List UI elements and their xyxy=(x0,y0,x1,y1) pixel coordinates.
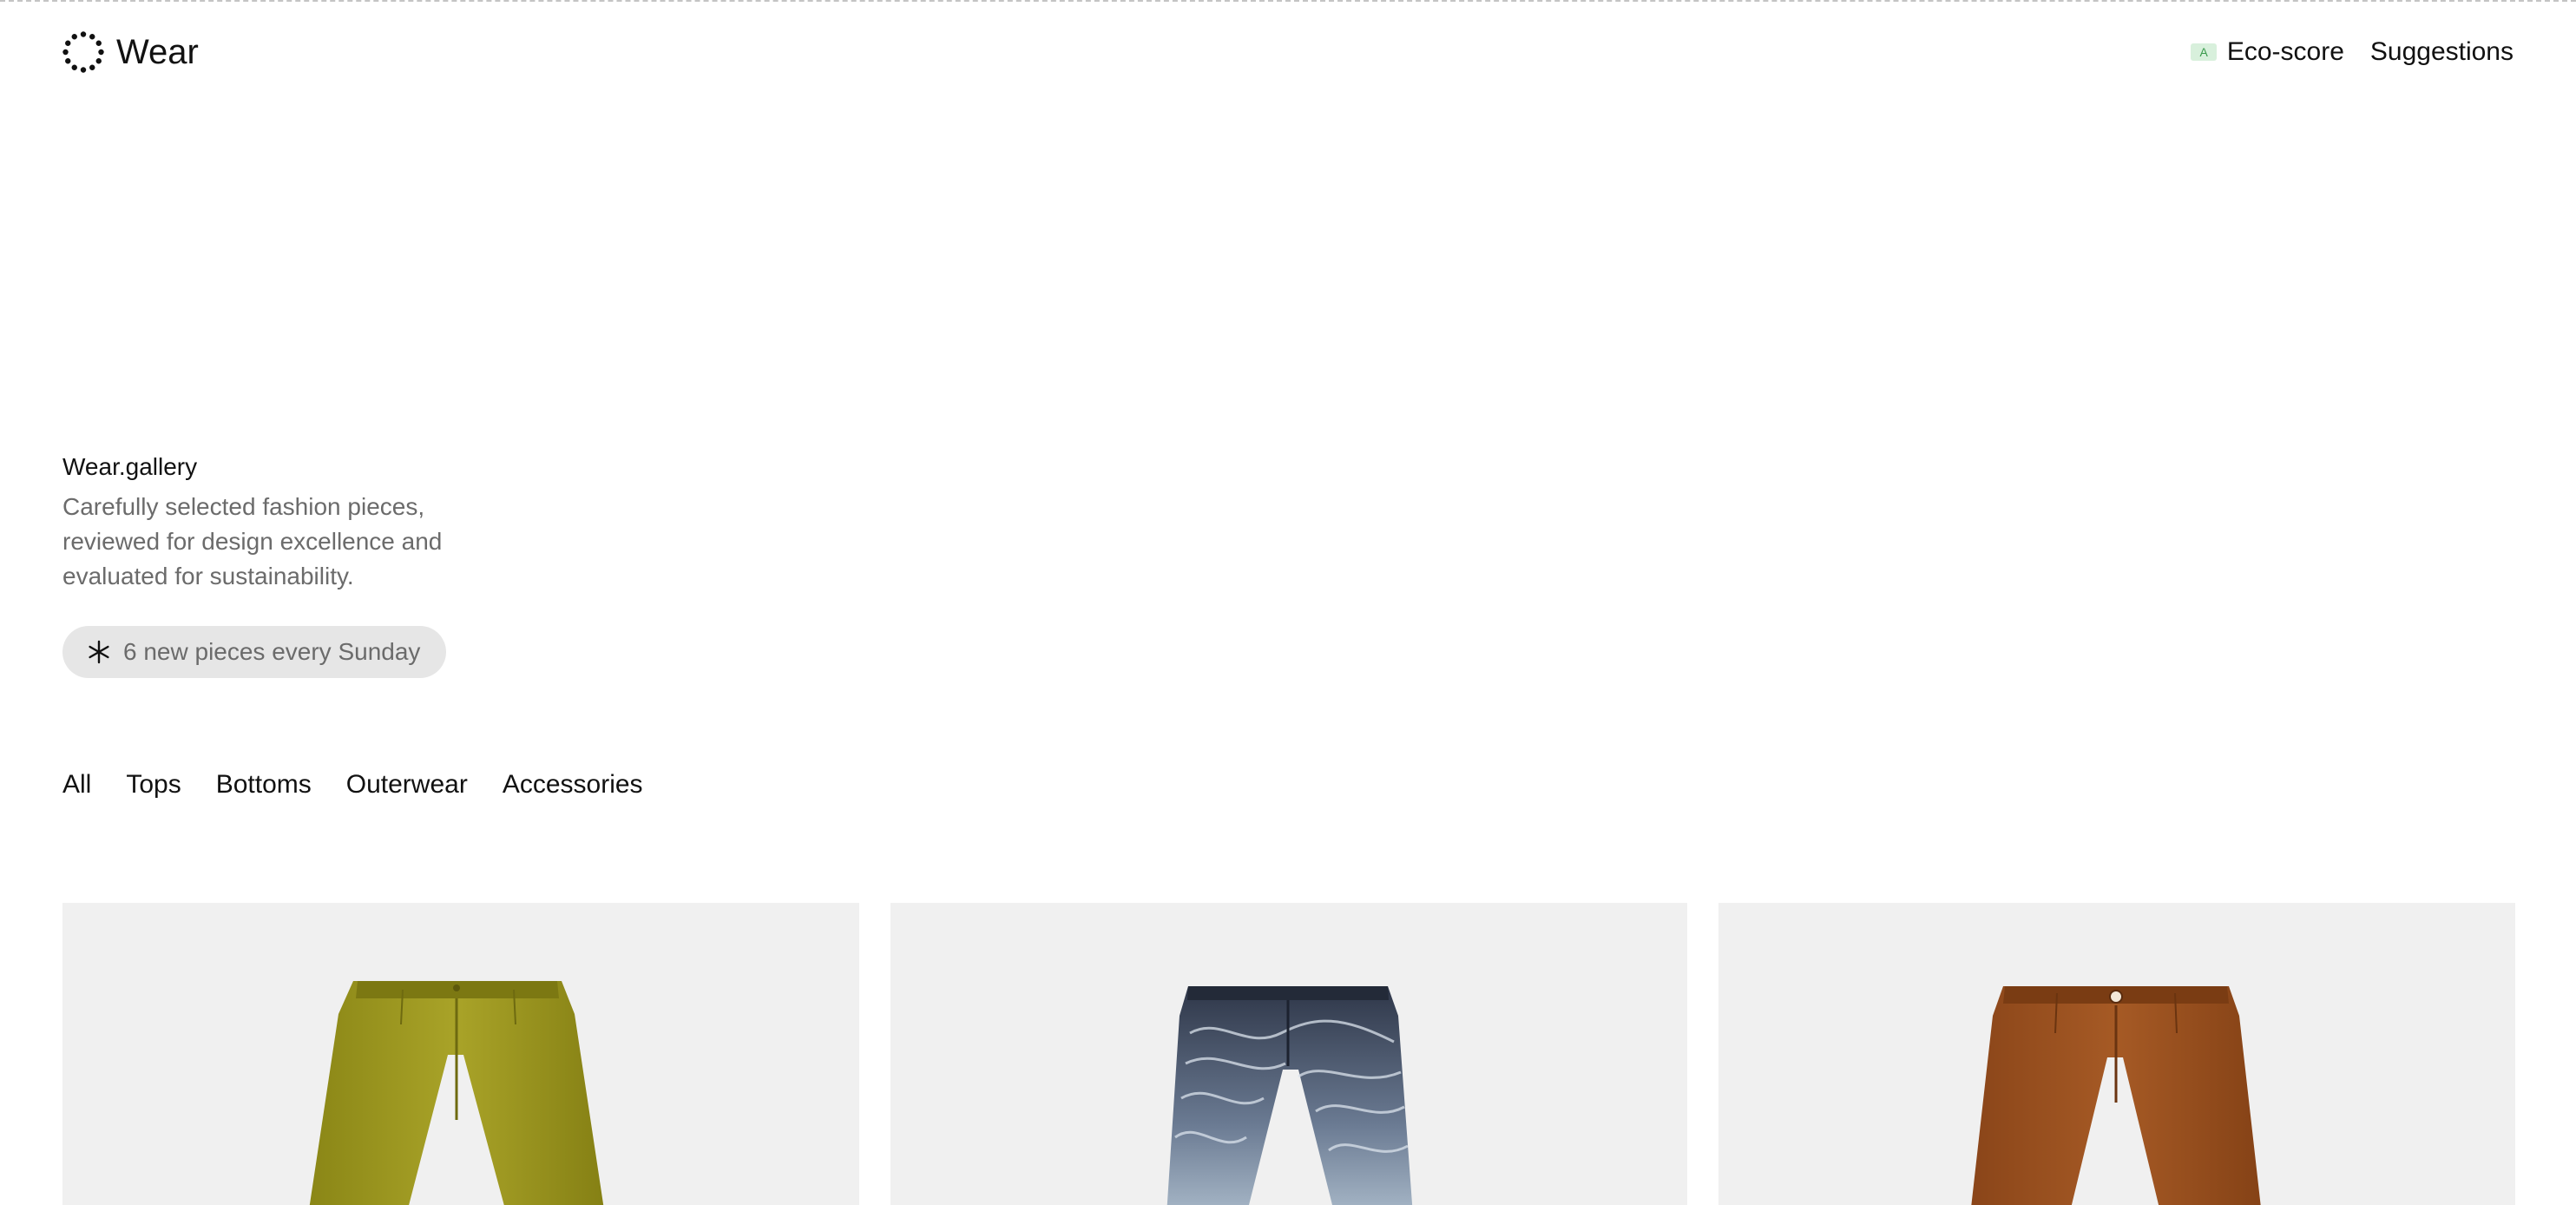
brand-name: Wear xyxy=(116,33,199,71)
tab-bottoms[interactable]: Bottoms xyxy=(216,767,312,802)
category-tabs: All Tops Bottoms Outerwear Accessories xyxy=(62,767,643,802)
product-card[interactable] xyxy=(890,903,1687,1205)
weekly-drop-pill: 6 new pieces every Sunday xyxy=(62,626,447,678)
weekly-drop-text: 6 new pieces every Sunday xyxy=(123,638,421,665)
product-grid xyxy=(62,903,2515,1205)
page: Wear A Eco-score Suggestions Wear.galler… xyxy=(0,0,2576,1205)
tab-all[interactable]: All xyxy=(62,767,91,802)
gallery-description: Carefully selected fashion pieces, revie… xyxy=(62,490,514,594)
tab-accessories[interactable]: Accessories xyxy=(503,767,643,802)
product-card[interactable] xyxy=(1718,903,2515,1205)
tab-tops[interactable]: Tops xyxy=(126,767,181,802)
brand-home-link[interactable]: Wear xyxy=(62,31,199,73)
intro-section: Wear.gallery Carefully selected fashion … xyxy=(62,450,514,594)
olive-trousers-image xyxy=(309,981,604,1205)
product-card[interactable] xyxy=(62,903,859,1205)
top-nav: A Eco-score Suggestions xyxy=(2191,35,2514,69)
brown-trousers-image xyxy=(1971,986,2261,1205)
description-line: evaluated for sustainability. xyxy=(62,563,354,589)
tab-outerwear[interactable]: Outerwear xyxy=(346,767,468,802)
asterisk-icon xyxy=(89,640,109,664)
dotted-circle-logo-icon xyxy=(62,31,104,73)
gallery-title: Wear.gallery xyxy=(62,453,198,480)
top-dashed-border xyxy=(0,0,2576,2)
description-line: reviewed for design excellence and xyxy=(62,528,443,555)
swirl-jeans-image xyxy=(1166,986,1413,1205)
eco-score-link[interactable]: A Eco-score xyxy=(2191,35,2344,69)
header: Wear A Eco-score Suggestions xyxy=(62,24,2514,80)
eco-score-label: Eco-score xyxy=(2226,37,2344,66)
eco-score-badge: A xyxy=(2191,43,2217,61)
suggestions-link[interactable]: Suggestions xyxy=(2370,35,2514,69)
description-line: Carefully selected fashion pieces, xyxy=(62,493,425,520)
